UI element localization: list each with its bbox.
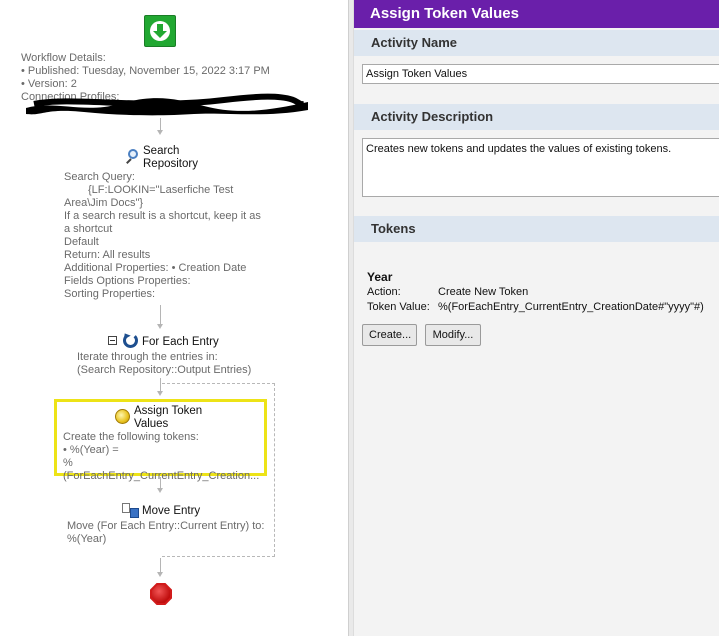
connector-arrow bbox=[157, 572, 163, 577]
search-detail-line: Default bbox=[64, 236, 99, 248]
search-detail-line: a shortcut bbox=[64, 223, 113, 235]
connector-arrow bbox=[157, 391, 163, 396]
tokens-section-header[interactable]: Tokens bbox=[354, 216, 719, 242]
for-each-detail-line: (Search Repository::Output Entries) bbox=[77, 364, 252, 376]
search-repository-details: Search Query: {LF:LOOKIN="Laserfiche Tes… bbox=[64, 171, 264, 301]
search-title-line2: Repository bbox=[143, 158, 198, 170]
connector-arrow bbox=[157, 488, 163, 493]
activity-name-section-header[interactable]: Activity Name bbox=[354, 30, 719, 56]
connector-arrow bbox=[157, 130, 163, 135]
collapse-toggle-icon[interactable] bbox=[108, 336, 117, 345]
workflow-end-stop-icon[interactable] bbox=[150, 583, 172, 605]
move-detail-line: Move (For Each Entry::Current Entry) to: bbox=[67, 520, 265, 532]
assign-token-values-details: Create the following tokens: • %(Year) =… bbox=[63, 431, 263, 483]
workflow-published-date: • Published: Tuesday, November 15, 2022 … bbox=[21, 65, 270, 77]
assign-title-line2: Values bbox=[134, 418, 169, 430]
token-list-item[interactable]: Year Action: Create New Token Token Value… bbox=[367, 270, 704, 315]
connector-line bbox=[160, 558, 161, 573]
search-detail-line: Area\Jim Docs"} bbox=[64, 197, 144, 209]
search-title-line1: Search bbox=[143, 145, 180, 157]
connector-arrow bbox=[157, 324, 163, 329]
create-token-button[interactable]: Create... bbox=[362, 324, 417, 346]
token-icon bbox=[115, 409, 130, 424]
search-detail-line: Sorting Properties: bbox=[64, 288, 156, 300]
move-entry-icon bbox=[122, 503, 140, 519]
token-value-value: %(ForEachEntry_CurrentEntry_CreationDate… bbox=[438, 301, 704, 313]
token-action-row: Action: Create New Token bbox=[367, 285, 704, 300]
for-each-entry-details: Iterate through the entries in: (Search … bbox=[77, 351, 277, 377]
search-detail-line: {LF:LOOKIN="Laserfiche Test bbox=[88, 184, 234, 196]
modify-token-button[interactable]: Modify... bbox=[425, 324, 481, 346]
search-repository-activity-title[interactable]: Search Repository bbox=[143, 145, 198, 171]
search-icon bbox=[125, 149, 139, 164]
assign-detail-line: %(ForEachEntry_CurrentEntry_Creation... bbox=[63, 457, 260, 482]
assign-detail-line: • %(Year) = bbox=[63, 444, 119, 456]
token-name: Year bbox=[367, 270, 393, 284]
search-detail-line: Return: All results bbox=[64, 249, 151, 261]
connector-line bbox=[160, 305, 161, 325]
activity-description-section-header[interactable]: Activity Description bbox=[354, 104, 719, 130]
token-action-value: Create New Token bbox=[438, 286, 529, 298]
move-detail-line: %(Year) bbox=[67, 533, 107, 545]
assign-token-values-activity-title[interactable]: Assign Token Values bbox=[134, 405, 202, 431]
loop-icon bbox=[123, 333, 138, 348]
for-each-detail-line: Iterate through the entries in: bbox=[77, 351, 218, 363]
workflow-designer-canvas[interactable]: Workflow Details: • Published: Tuesday, … bbox=[0, 0, 348, 636]
activity-name-input[interactable] bbox=[362, 64, 719, 84]
workflow-version: • Version: 2 bbox=[21, 78, 77, 90]
search-detail-line: Fields Options Properties: bbox=[64, 275, 191, 287]
for-each-entry-activity-title[interactable]: For Each Entry bbox=[142, 336, 219, 349]
properties-header-title: Assign Token Values bbox=[354, 0, 719, 28]
search-detail-line: Additional Properties: • Creation Date bbox=[64, 262, 247, 274]
move-entry-activity-title[interactable]: Move Entry bbox=[142, 505, 200, 518]
token-value-row: Token Value: %(ForEachEntry_CurrentEntry_… bbox=[367, 300, 704, 315]
connector-line bbox=[160, 378, 161, 392]
redaction-scribble bbox=[26, 93, 308, 116]
assign-detail-line: Create the following tokens: bbox=[63, 431, 199, 443]
workflow-details-heading: Workflow Details: bbox=[21, 52, 106, 64]
workflow-start-icon[interactable] bbox=[144, 15, 176, 47]
activity-description-textarea[interactable]: Creates new tokens and updates the value… bbox=[362, 138, 719, 197]
search-detail-line: If a search result is a shortcut, keep i… bbox=[64, 210, 261, 222]
search-detail-line: Search Query: bbox=[64, 171, 135, 183]
assign-title-line1: Assign Token bbox=[134, 405, 203, 417]
token-value-label: Token Value: bbox=[367, 301, 430, 313]
token-action-label: Action: bbox=[367, 286, 401, 298]
properties-pane: Assign Token Values Activity Name Activi… bbox=[354, 0, 719, 636]
move-entry-details: Move (For Each Entry::Current Entry) to:… bbox=[67, 520, 287, 546]
